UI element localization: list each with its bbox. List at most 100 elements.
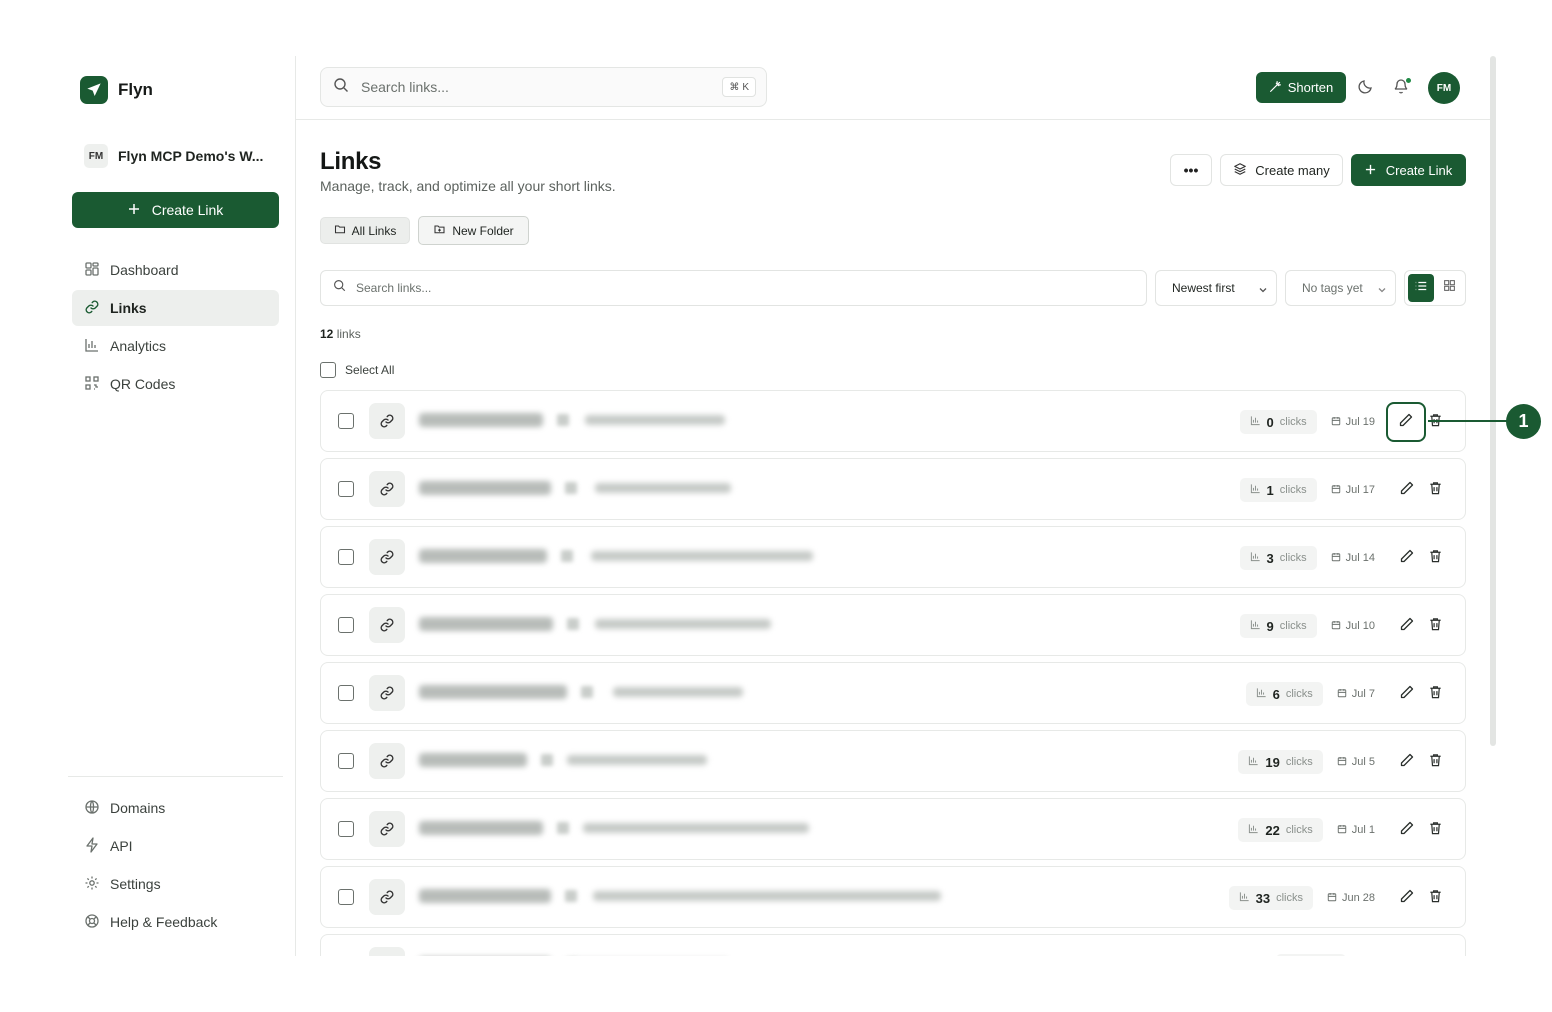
delete-link-button[interactable] xyxy=(1428,480,1443,501)
edit-link-button[interactable] xyxy=(1399,752,1415,773)
delete-link-button[interactable] xyxy=(1428,888,1443,909)
copy-icon[interactable] xyxy=(567,618,579,630)
more-options-button[interactable]: ••• xyxy=(1170,154,1212,186)
global-search-input[interactable] xyxy=(361,79,701,95)
destination-url-redacted[interactable] xyxy=(583,823,809,833)
sidebar-item-dashboard[interactable]: Dashboard xyxy=(72,252,279,288)
link-row[interactable]: 0 clicks Jul 19 xyxy=(320,390,1466,452)
copy-icon[interactable] xyxy=(565,482,577,494)
tags-select[interactable]: No tags yet xyxy=(1285,270,1396,306)
destination-url-redacted[interactable] xyxy=(567,755,707,765)
shorten-button[interactable]: Shorten xyxy=(1256,72,1346,103)
sidebar-create-link-button[interactable]: Create Link xyxy=(72,192,279,228)
row-checkbox[interactable] xyxy=(338,889,354,905)
delete-link-button[interactable] xyxy=(1428,412,1443,433)
link-title-redacted[interactable] xyxy=(419,549,547,563)
clicks-badge[interactable]: 19 clicks xyxy=(1238,750,1323,774)
copy-icon[interactable] xyxy=(565,890,577,902)
clicks-badge[interactable]: 9 clicks xyxy=(1239,614,1317,638)
link-row[interactable]: 9 clicks Jul 10 xyxy=(320,594,1466,656)
clicks-badge[interactable]: 6 clicks xyxy=(1245,682,1323,706)
sidebar-item-help[interactable]: Help & Feedback xyxy=(72,904,279,940)
copy-icon[interactable] xyxy=(557,822,569,834)
links-search-input[interactable] xyxy=(356,281,1116,295)
destination-url-redacted[interactable] xyxy=(593,891,941,901)
clicks-badge[interactable]: 1 clicks xyxy=(1239,478,1317,502)
link-title-redacted[interactable] xyxy=(419,685,567,699)
clicks-badge[interactable]: 22 clicks xyxy=(1238,818,1323,842)
moon-icon[interactable] xyxy=(1358,78,1374,99)
page-scrollbar[interactable] xyxy=(1490,56,1496,746)
destination-url-redacted[interactable] xyxy=(613,687,743,697)
sidebar-item-domains[interactable]: Domains xyxy=(72,790,279,826)
sidebar-item-analytics[interactable]: Analytics xyxy=(72,328,279,364)
edit-link-button[interactable] xyxy=(1399,616,1415,637)
link-row[interactable]: 6 clicks Jul 7 xyxy=(320,662,1466,724)
edit-link-button[interactable] xyxy=(1399,820,1415,841)
links-count-number: 12 xyxy=(320,327,334,341)
link-title-redacted[interactable] xyxy=(419,821,543,835)
link-title-redacted[interactable] xyxy=(419,617,553,631)
link-title-redacted[interactable] xyxy=(419,413,543,427)
create-link-button[interactable]: Create Link xyxy=(1351,154,1466,186)
delete-link-button[interactable] xyxy=(1428,752,1443,773)
link-title-redacted[interactable] xyxy=(419,753,527,767)
link-title-redacted[interactable] xyxy=(419,889,551,903)
link-row[interactable]: 19 clicks Jul 5 xyxy=(320,730,1466,792)
destination-url-redacted[interactable] xyxy=(595,619,771,629)
edit-link-button[interactable] xyxy=(1399,480,1415,501)
clicks-badge[interactable]: 3 clicks xyxy=(1239,546,1317,570)
link-row[interactable]: 22 clicks Jul 1 xyxy=(320,798,1466,860)
row-checkbox[interactable] xyxy=(338,821,354,837)
global-search[interactable]: ⌘ K xyxy=(320,67,767,107)
delete-link-button[interactable] xyxy=(1428,616,1443,637)
sidebar-item-settings[interactable]: Settings xyxy=(72,866,279,902)
select-all[interactable]: Select All xyxy=(320,362,394,378)
links-search[interactable] xyxy=(320,270,1147,306)
sort-select[interactable]: Newest first xyxy=(1155,270,1277,306)
row-checkbox[interactable] xyxy=(338,753,354,769)
workspace-switcher[interactable]: FM Flyn MCP Demo's W... xyxy=(84,144,263,168)
delete-link-button[interactable] xyxy=(1428,548,1443,569)
link-title-redacted[interactable] xyxy=(419,481,551,495)
clicks-badge[interactable]: clicks xyxy=(1276,954,1346,956)
grid-view-button[interactable] xyxy=(1437,274,1463,302)
sidebar-item-api[interactable]: API xyxy=(72,828,279,864)
select-all-checkbox[interactable] xyxy=(320,362,336,378)
destination-url-redacted[interactable] xyxy=(595,483,731,493)
list-view-button[interactable] xyxy=(1408,274,1434,302)
edit-link-button[interactable] xyxy=(1386,402,1426,442)
clicks-badge[interactable]: 0 clicks xyxy=(1239,410,1317,434)
sidebar-item-qr-codes[interactable]: QR Codes xyxy=(72,366,279,402)
sidebar-item-links[interactable]: Links xyxy=(72,290,279,326)
link-row[interactable]: 33 clicks Jun 28 xyxy=(320,866,1466,928)
new-folder-button[interactable]: New Folder xyxy=(418,216,529,245)
copy-icon[interactable] xyxy=(541,754,553,766)
clicks-badge[interactable]: 33 clicks xyxy=(1228,886,1313,910)
created-date-text: Jul 10 xyxy=(1345,620,1375,632)
clicks-count: 0 xyxy=(1266,414,1274,430)
link-row[interactable]: 1 clicks Jul 17 xyxy=(320,458,1466,520)
destination-url-redacted[interactable] xyxy=(585,415,725,425)
copy-icon[interactable] xyxy=(561,550,573,562)
row-checkbox[interactable] xyxy=(338,413,354,429)
copy-icon[interactable] xyxy=(557,414,569,426)
row-checkbox[interactable] xyxy=(338,617,354,633)
create-many-button[interactable]: Create many xyxy=(1220,154,1343,186)
delete-link-button[interactable] xyxy=(1428,684,1443,705)
row-checkbox[interactable] xyxy=(338,685,354,701)
edit-link-button[interactable] xyxy=(1399,684,1415,705)
copy-icon[interactable] xyxy=(581,686,593,698)
edit-link-button[interactable] xyxy=(1399,548,1415,569)
link-row[interactable]: clicks xyxy=(320,934,1466,956)
folder-all-links[interactable]: All Links xyxy=(320,217,410,244)
destination-url-redacted[interactable] xyxy=(591,551,813,561)
brand[interactable]: Flyn xyxy=(80,76,153,104)
user-avatar[interactable]: FM xyxy=(1428,72,1460,104)
row-checkbox[interactable] xyxy=(338,481,354,497)
row-checkbox[interactable] xyxy=(338,549,354,565)
delete-link-button[interactable] xyxy=(1428,820,1443,841)
edit-link-button[interactable] xyxy=(1399,888,1415,909)
view-toggle xyxy=(1404,270,1466,306)
link-row[interactable]: 3 clicks Jul 14 xyxy=(320,526,1466,588)
